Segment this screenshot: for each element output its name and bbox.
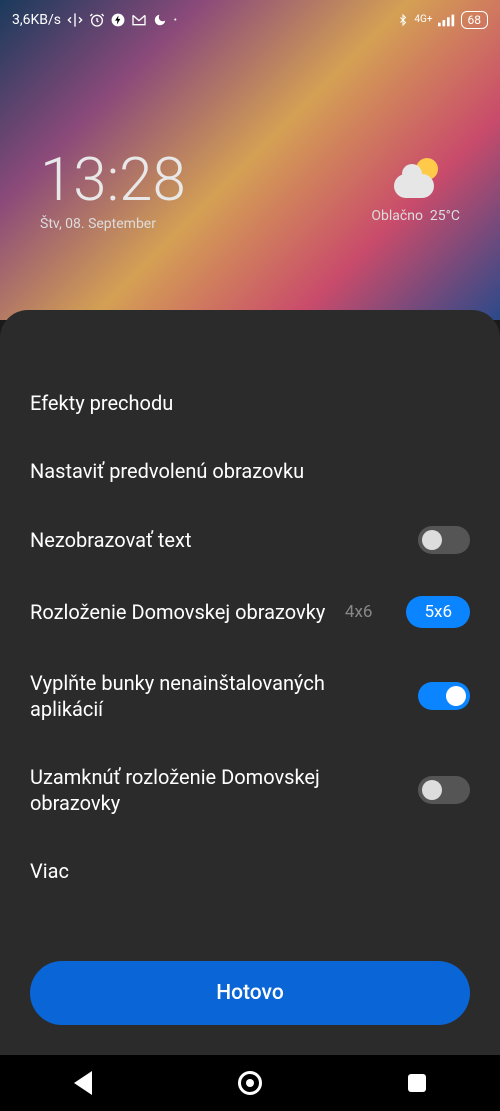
battery-indicator: 68 <box>461 11 489 29</box>
more-dot: · <box>173 10 178 31</box>
bluetooth-icon <box>397 12 409 28</box>
navigation-bar <box>0 1055 500 1111</box>
row-lock-layout: Uzamknúť rozloženie Domovskej obrazovky <box>30 764 470 816</box>
toggle-lock-layout[interactable] <box>418 776 470 804</box>
alarm-icon <box>89 12 105 28</box>
nav-home-button[interactable] <box>237 1070 263 1096</box>
toggle-fill-cells[interactable] <box>418 682 470 710</box>
clock-date: Štv, 08. September <box>40 216 186 232</box>
weather-text: Oblačno 25°C <box>371 208 460 224</box>
moon-icon <box>153 13 167 27</box>
data-rate: 3,6KB/s <box>12 12 61 28</box>
status-bar: 3,6KB/s · 4G+ 68 <box>0 0 500 40</box>
signal-bars-icon <box>438 13 456 27</box>
nav-back-button[interactable] <box>70 1070 96 1096</box>
row-hide-text: Nezobrazovať text <box>30 526 470 554</box>
toggle-hide-text[interactable] <box>418 526 470 554</box>
row-more[interactable]: Viac <box>30 858 470 884</box>
clock-time: 13:28 <box>40 150 186 210</box>
done-button[interactable]: Hotovo <box>30 961 470 1025</box>
nav-recents-button[interactable] <box>404 1070 430 1096</box>
row-set-default-screen[interactable]: Nastaviť predvolenú obrazovku <box>30 458 470 484</box>
weather-widget[interactable]: Oblačno 25°C <box>371 158 460 224</box>
settings-sheet: Efekty prechodu Nastaviť predvolenú obra… <box>0 310 500 1055</box>
home-widget: 13:28 Štv, 08. September Oblačno 25°C <box>0 40 500 232</box>
row-home-layout: Rozloženie Domovskej obrazovky 4x6 5x6 <box>30 596 470 628</box>
weather-icon <box>394 158 438 198</box>
layout-option-4x6[interactable]: 4x6 <box>327 596 391 628</box>
bolt-icon <box>111 13 125 27</box>
gmail-icon <box>131 12 147 28</box>
clock-widget[interactable]: 13:28 Štv, 08. September <box>40 150 186 232</box>
layout-option-5x6[interactable]: 5x6 <box>406 596 470 628</box>
mute-icon <box>67 12 83 28</box>
signal-type: 4G+ <box>414 15 432 25</box>
row-fill-cells: Vyplňte bunky nenainštalovaných aplikáci… <box>30 670 470 722</box>
row-transition-effects[interactable]: Efekty prechodu <box>30 390 470 416</box>
